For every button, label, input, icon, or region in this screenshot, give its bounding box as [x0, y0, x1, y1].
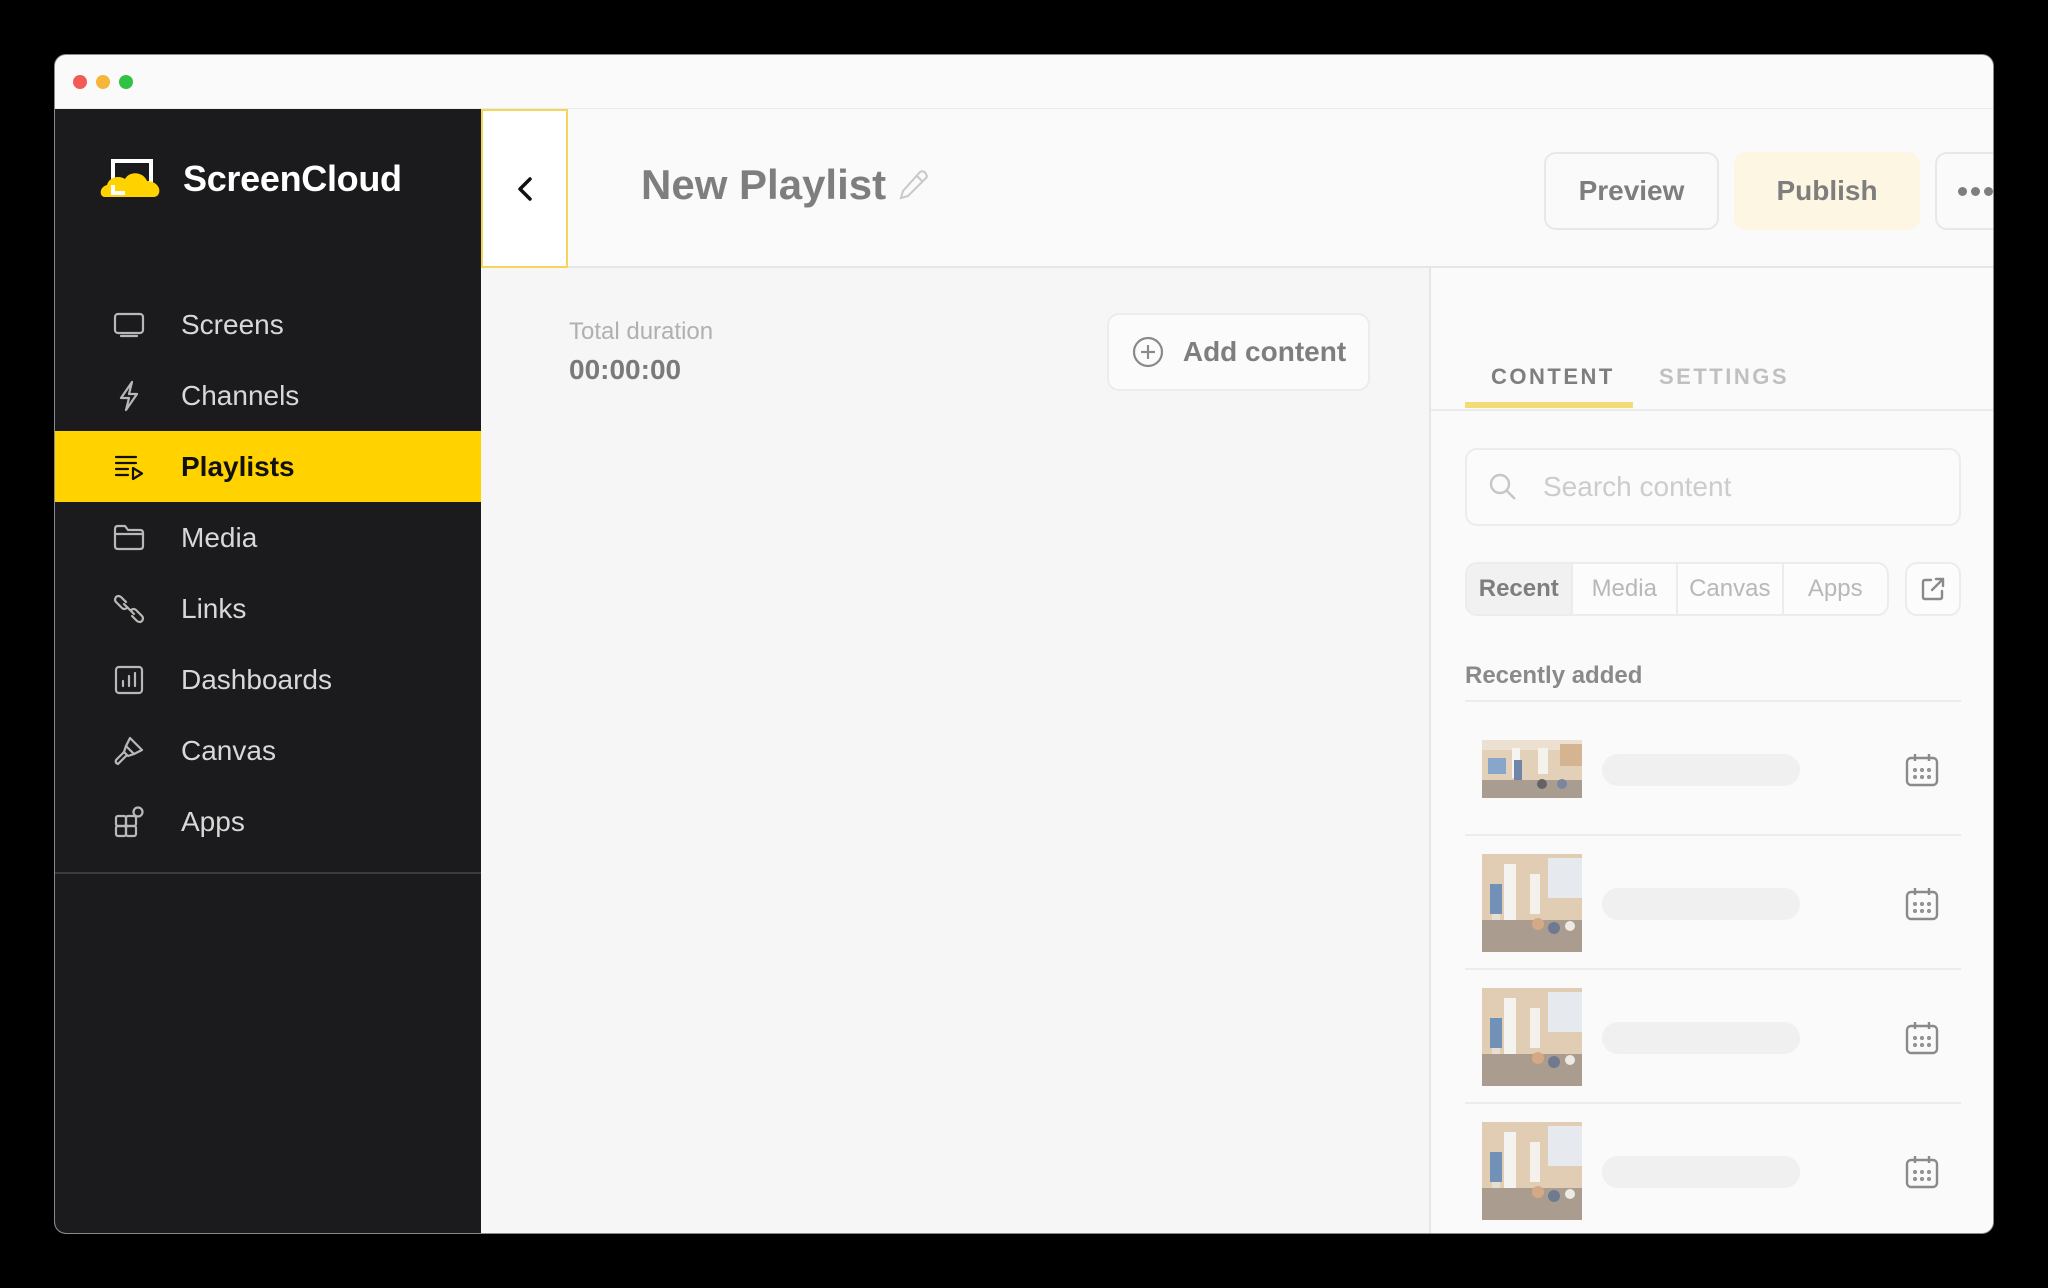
sidebar-nav: Screens Channels Playlists Media Links D… [55, 289, 481, 857]
schedule-button[interactable] [1903, 1019, 1941, 1057]
sidebar-item-label: Screens [181, 308, 284, 340]
list-item[interactable] [1465, 702, 1961, 836]
search-icon [1489, 473, 1516, 500]
calendar-icon [1905, 754, 1939, 787]
sidebar-item-label: Canvas [181, 734, 276, 766]
schedule-button[interactable] [1903, 751, 1941, 789]
sidebar-item-media[interactable]: Media [55, 502, 481, 573]
folder-icon [111, 520, 147, 556]
open-external-button[interactable] [1905, 562, 1961, 616]
sidebar: ScreenCloud Screens Channels Playlists M… [55, 109, 481, 1233]
content-name-placeholder [1602, 888, 1800, 920]
sidebar-divider [55, 872, 481, 874]
sidebar-item-label: Dashboards [181, 663, 332, 695]
page-title: New Playlist [641, 161, 887, 208]
close-window-button[interactable] [73, 75, 87, 89]
filter-media[interactable]: Media [1573, 564, 1678, 614]
sidebar-item-label: Links [181, 592, 247, 624]
external-link-icon [1921, 577, 1945, 601]
sidebar-item-canvas[interactable]: Canvas [55, 715, 481, 786]
tab-settings[interactable]: SETTINGS [1659, 364, 1789, 404]
more-horizontal-icon [1957, 186, 1967, 196]
filter-canvas[interactable]: Canvas [1678, 564, 1784, 614]
recently-added-heading: Recently added [1465, 662, 1643, 689]
apps-icon [111, 804, 147, 840]
playlist-title[interactable]: New Playlist [641, 161, 930, 209]
sidebar-item-label: Playlists [181, 450, 295, 482]
search-input[interactable] [1543, 471, 1923, 503]
list-item[interactable] [1465, 970, 1961, 1104]
title-bar [55, 55, 1993, 109]
chevron-left-icon [517, 176, 532, 201]
recent-content-list [1465, 700, 1961, 1233]
list-item[interactable] [1465, 1104, 1961, 1233]
sidebar-item-apps[interactable]: Apps [55, 786, 481, 857]
content-name-placeholder [1602, 754, 1800, 786]
zoom-window-button[interactable] [119, 75, 133, 89]
playlist-editor: Total duration 00:00:00 Add content [481, 268, 1429, 1233]
filter-recent[interactable]: Recent [1467, 564, 1573, 614]
active-tab-indicator [1465, 402, 1633, 408]
content-name-placeholder [1602, 1156, 1800, 1188]
link-icon [111, 591, 147, 627]
sidebar-item-label: Media [181, 521, 258, 553]
more-dot [1983, 186, 1993, 196]
calendar-icon [1905, 888, 1939, 921]
page-header: New Playlist Preview Publish [481, 109, 1993, 268]
more-dot [1970, 186, 1980, 196]
content-thumbnail [1482, 1122, 1582, 1220]
minimize-window-button[interactable] [96, 75, 110, 89]
playlist-icon [111, 449, 147, 485]
sidebar-item-label: Channels [181, 379, 300, 411]
dashboard-icon [111, 662, 147, 698]
brand-logo[interactable]: ScreenCloud [99, 149, 402, 209]
publish-button[interactable]: Publish [1734, 152, 1920, 230]
preview-button[interactable]: Preview [1544, 152, 1719, 230]
schedule-button[interactable] [1903, 1153, 1941, 1191]
brand-name: ScreenCloud [183, 158, 402, 199]
sidebar-item-screens[interactable]: Screens [55, 289, 481, 360]
screencloud-logo-icon [100, 159, 160, 197]
schedule-button[interactable] [1903, 885, 1941, 923]
content-panel: CONTENT SETTINGS Recent Media Canvas App… [1429, 268, 1993, 1233]
total-duration-label: Total duration [569, 318, 714, 345]
sidebar-item-playlists[interactable]: Playlists [55, 431, 481, 502]
content-filter: Recent Media Canvas Apps [1465, 562, 1889, 616]
plus-circle-icon [1132, 336, 1163, 368]
sidebar-item-links[interactable]: Links [55, 573, 481, 644]
app-window: ScreenCloud Screens Channels Playlists M… [54, 54, 1994, 1234]
total-duration-value: 00:00:00 [569, 354, 682, 385]
lightning-icon [111, 378, 147, 414]
sidebar-item-dashboards[interactable]: Dashboards [55, 644, 481, 715]
calendar-icon [1905, 1156, 1939, 1189]
list-item[interactable] [1465, 836, 1961, 970]
panel-tabs: CONTENT SETTINGS [1431, 268, 1993, 411]
monitor-icon [111, 307, 147, 343]
sidebar-item-label: Apps [181, 805, 245, 837]
calendar-icon [1905, 1022, 1939, 1055]
content-thumbnail [1482, 988, 1582, 1086]
pencil-icon[interactable] [896, 168, 930, 202]
content-thumbnail [1482, 740, 1582, 798]
add-content-button[interactable]: Add content [1107, 313, 1370, 391]
back-button[interactable] [481, 109, 568, 268]
tab-content[interactable]: CONTENT [1491, 364, 1615, 404]
more-options-button[interactable] [1935, 152, 1993, 230]
content-name-placeholder [1602, 1022, 1800, 1054]
content-thumbnail [1482, 854, 1582, 952]
brush-icon [111, 733, 147, 769]
add-content-label: Add content [1182, 336, 1347, 367]
filter-apps[interactable]: Apps [1784, 564, 1888, 614]
sidebar-item-channels[interactable]: Channels [55, 360, 481, 431]
search-content-field[interactable] [1465, 448, 1961, 526]
